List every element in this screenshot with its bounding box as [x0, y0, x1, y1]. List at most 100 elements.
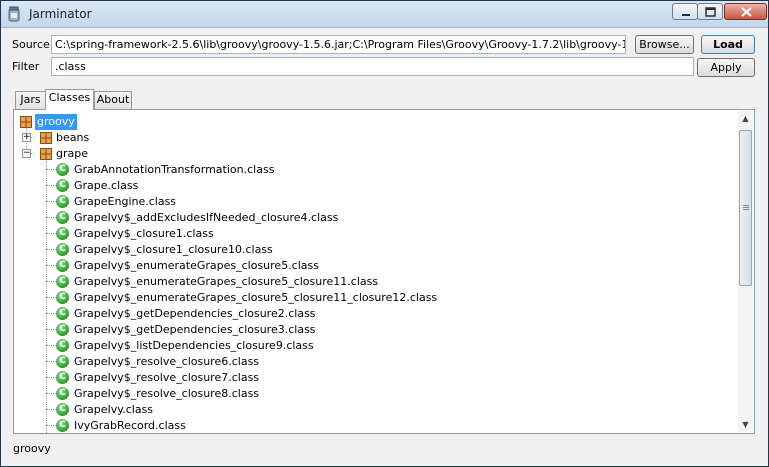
- tree-connector: [46, 361, 56, 362]
- tab-classes[interactable]: Classes: [45, 89, 94, 110]
- tree-node-class[interactable]: C GrapeIvy$_getDependencies_closure2.clas…: [14, 306, 714, 322]
- window-title: Jarminator: [29, 7, 92, 21]
- tree-node-class[interactable]: C GrapeIvy$_addExcludesIfNeeded_closure4.…: [14, 210, 714, 226]
- expand-icon[interactable]: +: [22, 133, 31, 142]
- tree-connector: [46, 393, 56, 394]
- tree-node-class[interactable]: C IvyGrabRecord.class: [14, 418, 714, 433]
- tree-node-class[interactable]: C GrapeIvy$_enumerateGrapes_closure5_clos…: [14, 290, 714, 306]
- class-icon: C: [56, 307, 69, 320]
- class-icon: C: [56, 259, 69, 272]
- tree-connector: [46, 169, 56, 170]
- tree-node-label: grape: [56, 147, 88, 160]
- tree-node-class[interactable]: C GrapeEngine.class: [14, 194, 714, 210]
- tree-node-label: GrapeIvy$_enumerateGrapes_closure5.class: [74, 259, 319, 272]
- grip-icon: [743, 207, 749, 208]
- scroll-up-icon[interactable]: ▲: [738, 111, 753, 126]
- class-icon: C: [56, 291, 69, 304]
- filter-field[interactable]: .class: [51, 57, 694, 76]
- tree-connector: [46, 345, 56, 346]
- class-icon: C: [56, 227, 69, 240]
- tree-node-class[interactable]: C GrapeIvy$_enumerateGrapes_closure5_clos…: [14, 274, 714, 290]
- load-button[interactable]: Load: [701, 35, 755, 54]
- tree-node-root[interactable]: groovy: [14, 114, 714, 130]
- class-icon: C: [56, 371, 69, 384]
- tree-node-class[interactable]: C GrapeIvy$_listDependencies_closure9.cla…: [14, 338, 714, 354]
- tree-node-label: GrapeIvy$_enumerateGrapes_closure5_closu…: [74, 275, 379, 288]
- tree-connector: [46, 313, 56, 314]
- source-label: Source: [12, 38, 50, 51]
- class-icon: C: [56, 339, 69, 352]
- class-tree[interactable]: groovy + beans − grape C GrabAnnotationTr…: [13, 109, 755, 434]
- package-icon: [40, 148, 52, 160]
- tree-node-class[interactable]: C GrapeIvy$_resolve_closure6.class: [14, 354, 714, 370]
- collapse-icon[interactable]: −: [22, 149, 31, 158]
- tree-node-class[interactable]: C GrapeIvy$_enumerateGrapes_closure5.clas…: [14, 258, 714, 274]
- close-icon: [741, 7, 752, 17]
- tab-about[interactable]: About: [94, 91, 132, 109]
- tree-node-label: GrapeIvy$_listDependencies_closure9.clas…: [74, 339, 314, 352]
- tree-node-label: GrapeIvy$_addExcludesIfNeeded_closure4.c…: [74, 211, 339, 224]
- class-icon: C: [56, 211, 69, 224]
- minimize-icon: [682, 14, 690, 16]
- tree-node-class[interactable]: C GrabAnnotationTransformation.class: [14, 162, 714, 178]
- tree-node-grape[interactable]: − grape: [14, 146, 714, 162]
- class-icon: C: [56, 323, 69, 336]
- tree-node-class[interactable]: C GrapeIvy$_closure1_closure10.class: [14, 242, 714, 258]
- tree-connector: [46, 201, 56, 202]
- tree-node-label: GrapeIvy$_closure1.class: [74, 227, 214, 240]
- class-icon: C: [56, 387, 69, 400]
- app-window: Jarminator Source C:\spring-framework-2.…: [0, 0, 769, 467]
- browse-button[interactable]: Browse...: [635, 35, 694, 54]
- title-bar[interactable]: Jarminator: [1, 1, 768, 28]
- tree-connector: [46, 185, 56, 186]
- source-field[interactable]: C:\spring-framework-2.5.6\lib\groovy\gro…: [51, 35, 626, 54]
- vertical-scrollbar[interactable]: ▲ ▼: [738, 111, 753, 432]
- tree-node-label: GrapeIvy$_enumerateGrapes_closure5_closu…: [74, 291, 438, 304]
- tree-connector: [46, 377, 56, 378]
- tree-node-class[interactable]: C GrapeIvy$_resolve_closure8.class: [14, 386, 714, 402]
- class-icon: C: [56, 275, 69, 288]
- tree-node-label: GrapeIvy.class: [74, 403, 154, 416]
- grip-icon: [743, 205, 749, 206]
- package-icon: [20, 116, 32, 128]
- tree-node-label: GrapeIvy$_getDependencies_closure2.class: [74, 307, 316, 320]
- tab-jars[interactable]: Jars: [15, 91, 46, 109]
- maximize-icon: [705, 7, 716, 17]
- tree-node-class[interactable]: C GrapeIvy$_resolve_closure7.class: [14, 370, 714, 386]
- tree-node-label: GrapeEngine.class: [74, 195, 177, 208]
- tree-node-class[interactable]: C Grape.class: [14, 178, 714, 194]
- status-text: groovy: [13, 442, 51, 455]
- tree-node-label: IvyGrabRecord.class: [74, 419, 186, 432]
- tree-node-label: GrapeIvy$_resolve_closure6.class: [74, 355, 260, 368]
- class-icon: C: [56, 403, 69, 416]
- jar-icon: [8, 6, 20, 22]
- tree-node-label: groovy: [35, 114, 77, 130]
- tree-connector: [46, 265, 56, 266]
- class-icon: C: [56, 195, 69, 208]
- tree-node-class[interactable]: C GrapeIvy.class: [14, 402, 714, 418]
- tree-node-class[interactable]: C GrapeIvy$_closure1.class: [14, 226, 714, 242]
- maximize-button[interactable]: [697, 3, 723, 20]
- class-icon: C: [56, 419, 69, 432]
- tree-node-label: GrapeIvy$_closure1_closure10.class: [74, 243, 273, 256]
- tree-connector: [46, 329, 56, 330]
- tree-connector: [46, 425, 56, 426]
- minimize-button[interactable]: [672, 3, 698, 20]
- tree-connector: [46, 233, 56, 234]
- tree-connector: [46, 217, 56, 218]
- close-button[interactable]: [724, 3, 767, 20]
- tree-node-class[interactable]: C GrapeIvy$_getDependencies_closure3.clas…: [14, 322, 714, 338]
- tree-connector: [46, 409, 56, 410]
- scrollbar-thumb[interactable]: [739, 130, 752, 286]
- tree-node-label: Grape.class: [74, 179, 139, 192]
- class-icon: C: [56, 243, 69, 256]
- class-icon: C: [56, 163, 69, 176]
- tree-node-label: GrapeIvy$_resolve_closure8.class: [74, 387, 260, 400]
- tree-node-beans[interactable]: + beans: [14, 130, 714, 146]
- tree-connector: [46, 297, 56, 298]
- grip-icon: [743, 209, 749, 210]
- apply-button[interactable]: Apply: [697, 58, 755, 77]
- class-icon: C: [56, 355, 69, 368]
- tree-node-label: GrabAnnotationTransformation.class: [74, 163, 275, 176]
- scroll-down-icon[interactable]: ▼: [738, 417, 753, 432]
